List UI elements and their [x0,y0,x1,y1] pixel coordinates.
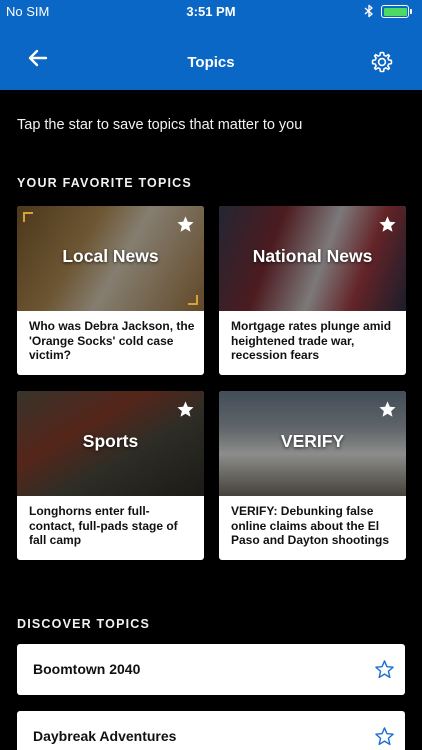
topic-headline[interactable]: Mortgage rates plunge amid heightened tr… [231,319,397,363]
star-filled-icon[interactable] [176,215,195,234]
topic-headline[interactable]: VERIFY: Debunking false online claims ab… [231,504,397,548]
discover-item-label: Daybreak Adventures [33,728,177,744]
clock: 3:51 PM [186,4,236,19]
topic-headline[interactable]: Longhorns enter full-contact, full-pads … [29,504,195,548]
star-outline-icon[interactable] [374,726,395,747]
status-bar: No SIM 3:51 PM [0,0,422,24]
topic-name: Sports [82,431,139,451]
discover-item-label: Boomtown 2040 [33,661,141,677]
intro-text: Tap the star to save topics that matter … [17,117,303,133]
topic-name: VERIFY [280,431,345,451]
star-filled-icon[interactable] [378,400,397,419]
topic-name: National News [252,246,373,266]
topic-card-local-news[interactable]: Local News Who was Debra Jackson, the 'O… [17,206,204,375]
star-filled-icon[interactable] [176,400,195,419]
page-title: Topics [187,54,235,71]
battery-tip [410,9,412,14]
discover-section-title: DISCOVER TOPICS [17,617,151,631]
battery-icon [381,5,409,18]
star-filled-icon[interactable] [378,215,397,234]
discover-item-daybreak-adventures[interactable]: Daybreak Adventures [17,711,405,750]
star-outline-icon[interactable] [374,659,395,680]
topic-headline[interactable]: Who was Debra Jackson, the 'Orange Socks… [29,319,195,363]
nav-bar: Topics [0,24,422,90]
topic-card-verify[interactable]: VERIFY VERIFY: Debunking false online cl… [219,391,406,560]
favorites-section-title: YOUR FAVORITE TOPICS [17,176,192,190]
gear-icon[interactable] [370,50,394,74]
topic-card-national-news[interactable]: National News Mortgage rates plunge amid… [219,206,406,375]
topic-name: Local News [62,246,159,266]
bluetooth-icon [364,4,373,18]
discover-item-boomtown-2040[interactable]: Boomtown 2040 [17,644,405,695]
topic-card-sports[interactable]: Sports Longhorns enter full-contact, ful… [17,391,204,560]
